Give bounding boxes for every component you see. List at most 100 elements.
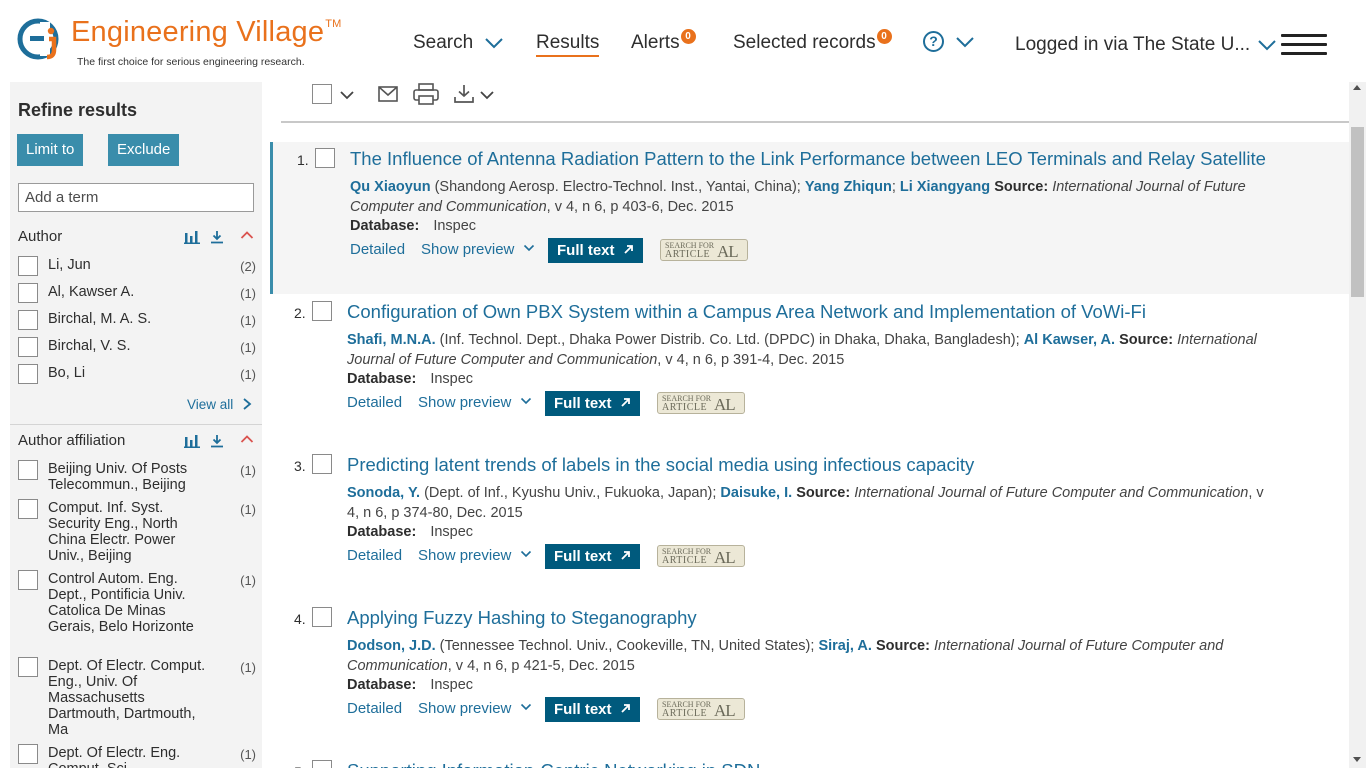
search-for-article-badge[interactable]: SEARCH FOR ARTICLE AL [657,392,745,414]
result-title-link[interactable]: Supporting Information-Centric Networkin… [347,760,760,768]
show-preview-link[interactable]: Show preview [418,547,532,564]
result-checkbox[interactable] [312,454,332,474]
result-item: 5. Supporting Information-Centric Networ… [270,754,1350,768]
affiliation-filter-label: Dept. Of Electr. Eng. Comput. Sci [48,745,181,768]
nav-selected-records[interactable]: Selected records 0 [733,29,892,54]
search-for-article-badge[interactable]: SEARCH FOR ARTICLE AL [657,698,745,720]
affiliation-checkbox[interactable] [18,460,38,480]
top-header: Engineering VillageTM The first choice f… [0,0,1366,82]
result-title-link[interactable]: Applying Fuzzy Hashing to Steganography [347,607,697,629]
engineering-village-logo[interactable]: Engineering VillageTM The first choice f… [16,14,346,74]
author-link[interactable]: Siraj, A. [818,638,871,654]
detailed-link[interactable]: Detailed [347,547,402,564]
nav-login-menu[interactable]: Logged in via The State U... [1015,34,1277,56]
author-checkbox[interactable] [18,283,38,303]
affiliation-checkbox[interactable] [18,657,38,677]
author-filter-count: (1) [240,367,256,382]
result-actions: Detailed Show preview Full text SEARCH F… [347,697,767,723]
result-title-link[interactable]: The Influence of Antenna Radiation Patte… [350,148,1266,170]
full-text-button[interactable]: Full text [545,544,640,569]
author-link[interactable]: Dodson, J.D. [347,638,436,654]
result-title-link[interactable]: Predicting latent trends of labels in th… [347,454,974,476]
scroll-thumb[interactable] [1351,127,1364,297]
search-for-article-badge[interactable]: SEARCH FOR ARTICLE AL [657,545,745,567]
chevron-up-icon[interactable] [240,230,254,240]
hamburger-menu-icon[interactable] [1281,34,1327,56]
result-checkbox[interactable] [315,148,335,168]
result-number: 4. [294,611,306,627]
badge-bottom-text: ARTICLE [662,555,708,566]
result-checkbox[interactable] [312,301,332,321]
affiliation-filter-count: (1) [240,747,256,762]
author-link[interactable]: Sonoda, Y. [347,485,420,501]
full-text-label: Full text [557,242,615,259]
author-checkbox[interactable] [18,364,38,384]
author-view-all-link[interactable]: View all [187,397,252,412]
author-checkbox[interactable] [18,256,38,276]
result-item: 2. Configuration of Own PBX System withi… [270,295,1350,445]
author-affiliation: (Tennessee Technol. Univ., Cookeville, T… [435,638,819,654]
download-icon[interactable] [210,434,224,448]
affiliation-checkbox[interactable] [18,570,38,590]
show-preview-link[interactable]: Show preview [418,700,532,717]
author-link[interactable]: Al Kawser, A. [1024,332,1115,348]
nav-search-menu[interactable]: Search [413,32,504,54]
badge-bottom-text: ARTICLE [665,249,711,260]
detailed-link[interactable]: Detailed [347,700,402,717]
affiliation-filter-count: (1) [240,573,256,588]
chart-icon[interactable] [184,230,200,244]
author-link[interactable]: Yang Zhiqun [805,179,892,195]
select-all-checkbox[interactable] [312,84,332,104]
download-icon[interactable] [210,230,224,244]
show-preview-label: Show preview [421,241,515,258]
database-line: Database: Inspec [347,677,473,693]
page-scrollbar[interactable] [1349,82,1366,768]
result-item: 1. The Influence of Antenna Radiation Pa… [270,142,1350,294]
detailed-link[interactable]: Detailed [350,241,405,258]
email-icon[interactable] [378,86,398,102]
result-checkbox[interactable] [312,760,332,768]
brand-tagline: The first choice for serious engineering… [77,56,305,68]
show-preview-link[interactable]: Show preview [418,394,532,411]
limit-to-button[interactable]: Limit to [17,134,84,166]
author-checkbox[interactable] [18,310,38,330]
scroll-up-arrow[interactable] [1353,85,1361,90]
scroll-down-arrow[interactable] [1353,757,1361,762]
print-icon[interactable] [413,83,439,105]
chevron-down-icon[interactable] [339,90,355,100]
author-checkbox[interactable] [18,337,38,357]
result-title-link[interactable]: Configuration of Own PBX System within a… [347,301,1146,323]
search-for-article-badge[interactable]: SEARCH FOR ARTICLE AL [660,239,748,261]
chevron-down-icon[interactable] [479,90,495,100]
show-preview-label: Show preview [418,547,512,564]
show-preview-label: Show preview [418,394,512,411]
author-link[interactable]: Shafi, M.N.A. [347,332,436,348]
affiliation-facet-heading[interactable]: Author affiliation [18,432,125,449]
add-term-input[interactable] [18,183,254,212]
result-actions: Detailed Show preview Full text SEARCH F… [350,238,770,264]
author-link[interactable]: Daisuke, I. [720,485,792,501]
refine-results-title: Refine results [18,100,138,120]
full-text-button[interactable]: Full text [545,697,640,722]
nav-alerts[interactable]: Alerts 0 [631,29,696,54]
full-text-button[interactable]: Full text [545,391,640,416]
show-preview-link[interactable]: Show preview [421,241,535,258]
nav-help-menu[interactable]: ? [923,31,975,53]
affiliation-checkbox[interactable] [18,744,38,764]
download-icon[interactable] [453,84,475,104]
author-link[interactable]: Li Xiangyang [900,179,990,195]
full-text-label: Full text [554,395,612,412]
result-checkbox[interactable] [312,607,332,627]
chevron-up-icon[interactable] [240,434,254,444]
exclude-button[interactable]: Exclude [108,134,180,166]
badge-al-text: AL [717,242,739,261]
publication-details: , v 4, n 6, p 421-5, Dec. 2015 [447,658,635,674]
author-link[interactable]: Qu Xiaoyun [350,179,431,195]
author-facet-heading[interactable]: Author [18,228,62,245]
affiliation-checkbox[interactable] [18,499,38,519]
detailed-link[interactable]: Detailed [347,394,402,411]
author-filter-count: (1) [240,313,256,328]
full-text-button[interactable]: Full text [548,238,643,263]
chart-icon[interactable] [184,434,200,448]
nav-results-tab[interactable]: Results [536,32,600,57]
